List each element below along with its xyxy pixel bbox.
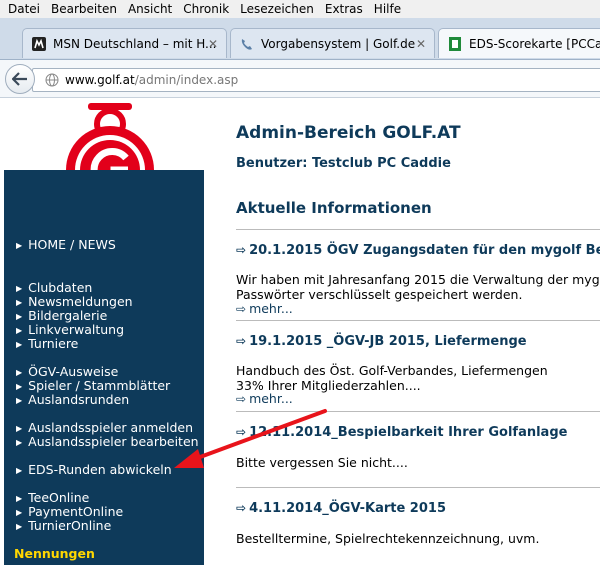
news-text-2: Handbuch des Öst. Golf-Verbandes, Liefer… bbox=[236, 363, 548, 393]
sidebar-section-nennungen: Nennungen bbox=[14, 546, 95, 561]
globe-icon bbox=[45, 73, 59, 87]
sidebar-item-bildergalerie[interactable]: ▶ Bildergalerie bbox=[16, 308, 107, 323]
bullet-icon: ▶ bbox=[16, 284, 23, 293]
bullet-icon: ▶ bbox=[16, 326, 23, 335]
close-icon[interactable]: ✕ bbox=[416, 37, 426, 51]
sidebar-item-spieler[interactable]: ▶ Spieler / Stammblätter bbox=[16, 378, 170, 393]
menu-bar: Datei Bearbeiten Ansicht Chronik Lesezei… bbox=[0, 0, 600, 18]
news-title-2[interactable]: ⇨ 19.1.2015 _ÖGV-JB 2015, Liefermenge bbox=[236, 334, 527, 349]
bullet-icon: ▶ bbox=[16, 312, 23, 321]
phone-loading-icon bbox=[239, 36, 255, 52]
sidebar-item-turniere[interactable]: ▶ Turniere bbox=[16, 336, 78, 351]
menu-bearbeiten[interactable]: Bearbeiten bbox=[51, 2, 117, 16]
more-link-2[interactable]: ⇨ mehr... bbox=[236, 391, 293, 406]
url-host: www.golf.at bbox=[65, 73, 135, 87]
bullet-icon: ▶ bbox=[16, 424, 23, 433]
menu-ansicht[interactable]: Ansicht bbox=[128, 2, 172, 16]
menu-hilfe[interactable]: Hilfe bbox=[374, 2, 401, 16]
tab-vorgabensystem[interactable]: Vorgabensystem | Golf.de ✕ bbox=[230, 28, 435, 58]
sidebar-item-paymentonline[interactable]: ▶ PaymentOnline bbox=[16, 504, 123, 519]
user-label: Benutzer: Testclub PC Caddie bbox=[236, 156, 451, 171]
news-text-4: Bestelltermine, Spielrechtekennzeichnung… bbox=[236, 531, 540, 546]
tab-label: Vorgabensystem | Golf.de bbox=[261, 36, 416, 51]
page-title: Admin-Bereich GOLF.AT bbox=[236, 123, 461, 143]
msn-icon bbox=[31, 36, 47, 52]
tab-eds-scorekarte[interactable]: EDS-Scorekarte [PCCaddi bbox=[438, 28, 600, 58]
arrow-link-icon: ⇨ bbox=[236, 243, 247, 257]
news-title-3[interactable]: ⇨ 12.11.2014_Bespielbarkeit Ihrer Golfanl… bbox=[236, 425, 567, 440]
navigation-bar: www.golf.at/admin/index.asp bbox=[0, 60, 600, 98]
news-text-1: Wir haben mit Jahresanfang 2015 die Verw… bbox=[236, 272, 600, 302]
url-bar[interactable]: www.golf.at/admin/index.asp bbox=[32, 68, 600, 92]
more-link-1[interactable]: ⇨ mehr... bbox=[236, 301, 293, 316]
menu-datei[interactable]: Datei bbox=[8, 2, 40, 16]
bullet-icon: ▶ bbox=[16, 508, 23, 517]
bullet-icon: ▶ bbox=[16, 368, 23, 377]
arrow-link-icon: ⇨ bbox=[236, 334, 247, 348]
divider bbox=[236, 229, 600, 230]
sidebar-item-newsmeldungen[interactable]: ▶ Newsmeldungen bbox=[16, 294, 133, 309]
bullet-icon: ▶ bbox=[16, 298, 23, 307]
bullet-icon: ▶ bbox=[16, 382, 23, 391]
bullet-icon: ▶ bbox=[16, 466, 23, 475]
menu-chronik[interactable]: Chronik bbox=[183, 2, 229, 16]
url-path: /admin/index.asp bbox=[134, 73, 239, 87]
sidebar-item-eds-runden[interactable]: ▶ EDS-Runden abwickeln bbox=[16, 462, 172, 477]
sidebar-item-auslandsspieler-anmelden[interactable]: ▶ Auslandsspieler anmelden bbox=[16, 420, 193, 435]
bullet-icon: ▶ bbox=[16, 241, 23, 250]
sidebar-item-clubdaten[interactable]: ▶ Clubdaten bbox=[16, 280, 92, 295]
bullet-icon: ▶ bbox=[16, 340, 23, 349]
back-arrow-icon bbox=[12, 72, 28, 86]
arrow-link-icon: ⇨ bbox=[236, 302, 247, 316]
news-text-3: Bitte vergessen Sie nicht.... bbox=[236, 455, 408, 470]
news-title-1[interactable]: ⇨ 20.1.2015 ÖGV Zugangsdaten für den mygo… bbox=[236, 243, 600, 258]
divider bbox=[236, 487, 600, 488]
back-button[interactable] bbox=[5, 64, 35, 94]
sidebar-item-auslandsrunden[interactable]: ▶ Auslandsrunden bbox=[16, 392, 129, 407]
sidebar: ▶ HOME / NEWS ▶ Clubdaten ▶ Newsmeldungen ▶… bbox=[4, 170, 204, 565]
arrow-link-icon: ⇨ bbox=[236, 392, 247, 406]
page-content: ▶ HOME / NEWS ▶ Clubdaten ▶ Newsmeldungen ▶… bbox=[0, 98, 600, 565]
news-title-4[interactable]: ⇨ 4.11.2014_ÖGV-Karte 2015 bbox=[236, 501, 446, 516]
bullet-icon: ▶ bbox=[16, 522, 23, 531]
bullet-icon: ▶ bbox=[16, 438, 23, 447]
tab-label: MSN Deutschland – mit H... bbox=[53, 36, 217, 51]
sidebar-item-linkverwaltung[interactable]: ▶ Linkverwaltung bbox=[16, 322, 124, 337]
sidebar-item-teeonline[interactable]: ▶ TeeOnline bbox=[16, 490, 89, 505]
tab-msn[interactable]: MSN Deutschland – mit H... ✕ bbox=[22, 28, 227, 58]
section-heading: Aktuelle Informationen bbox=[236, 199, 432, 217]
divider bbox=[236, 411, 600, 412]
tab-label: EDS-Scorekarte [PCCaddi bbox=[469, 36, 600, 51]
document-icon bbox=[447, 36, 463, 52]
menu-lesezeichen[interactable]: Lesezeichen bbox=[240, 2, 314, 16]
menu-extras[interactable]: Extras bbox=[325, 2, 363, 16]
arrow-link-icon: ⇨ bbox=[236, 501, 247, 515]
bullet-icon: ▶ bbox=[16, 396, 23, 405]
bullet-icon: ▶ bbox=[16, 494, 23, 503]
sidebar-item-home[interactable]: ▶ HOME / NEWS bbox=[16, 237, 116, 252]
close-icon[interactable]: ✕ bbox=[208, 37, 218, 51]
arrow-link-icon: ⇨ bbox=[236, 425, 247, 439]
tab-bar: MSN Deutschland – mit H... ✕ Vorgabensys… bbox=[0, 18, 600, 60]
main-content: Admin-Bereich GOLF.AT Benutzer: Testclub… bbox=[236, 98, 600, 565]
sidebar-item-oegv-ausweise[interactable]: ▶ ÖGV-Ausweise bbox=[16, 364, 118, 379]
logo-area bbox=[4, 98, 204, 203]
sidebar-item-auslandsspieler-bearbeiten[interactable]: ▶ Auslandsspieler bearbeiten bbox=[16, 434, 199, 449]
divider bbox=[236, 320, 600, 321]
sidebar-item-turnieronline[interactable]: ▶ TurnierOnline bbox=[16, 518, 111, 533]
